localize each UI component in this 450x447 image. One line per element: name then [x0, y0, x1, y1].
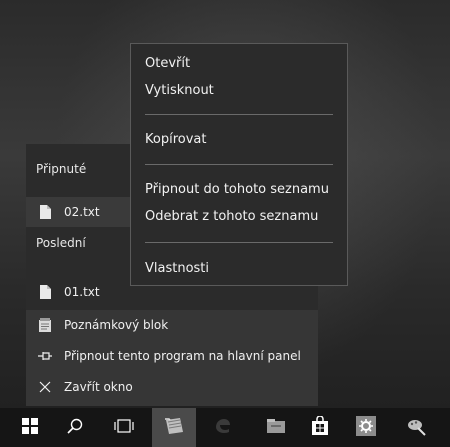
- file-explorer-icon: [266, 418, 286, 438]
- taskbar-edge-button[interactable]: [201, 408, 245, 447]
- menu-item-properties[interactable]: Vlastnosti: [131, 255, 347, 281]
- taskbar-paint-button[interactable]: [395, 408, 439, 447]
- menu-item-print[interactable]: Vytisknout: [131, 77, 347, 103]
- task-close-window[interactable]: Zavřít okno: [26, 372, 318, 402]
- notepad-icon: [163, 416, 185, 440]
- text-file-icon: [38, 204, 52, 220]
- pinned-heading: Připnuté: [36, 162, 87, 176]
- notepad-icon: [38, 317, 52, 333]
- windows-start-icon: [22, 417, 38, 438]
- recent-heading: Poslední: [36, 236, 86, 250]
- store-icon: [311, 414, 329, 440]
- text-file-icon: [38, 284, 52, 300]
- menu-separator: [145, 114, 333, 115]
- jump-list-item-label: 01.txt: [64, 285, 100, 299]
- paint-icon: [407, 416, 427, 440]
- jump-list-tasks: Poznámkový blok Připnout tento program n…: [26, 310, 318, 406]
- pin-icon: [38, 348, 52, 364]
- search-button[interactable]: [53, 408, 97, 447]
- menu-item-pin-to-list[interactable]: Připnout do tohoto seznamu: [131, 176, 347, 202]
- context-menu: Otevřít Vytisknout Kopírovat Připnout do…: [130, 43, 348, 286]
- search-icon: [67, 418, 83, 438]
- menu-separator: [145, 242, 333, 243]
- task-view-button[interactable]: [102, 408, 146, 447]
- task-pin-to-taskbar[interactable]: Připnout tento program na hlavní panel: [26, 341, 318, 371]
- menu-separator: [145, 164, 333, 165]
- taskbar-settings-button[interactable]: [344, 408, 388, 447]
- settings-icon: [356, 415, 376, 440]
- taskbar-notepad-button[interactable]: [152, 408, 196, 447]
- task-label: Poznámkový blok: [64, 318, 169, 332]
- taskbar-store-button[interactable]: [298, 408, 342, 447]
- start-button[interactable]: [8, 408, 52, 447]
- task-label: Zavřít okno: [64, 380, 133, 394]
- taskbar: [0, 408, 450, 447]
- task-label: Připnout tento program na hlavní panel: [64, 349, 301, 363]
- menu-item-remove-from-list[interactable]: Odebrat z tohoto seznamu: [131, 203, 347, 229]
- taskbar-file-explorer-button[interactable]: [254, 408, 298, 447]
- edge-icon: [214, 417, 232, 439]
- jump-list-item-label: 02.txt: [64, 205, 100, 219]
- task-view-icon: [114, 418, 134, 437]
- close-icon: [38, 379, 52, 395]
- menu-item-open[interactable]: Otevřít: [131, 50, 347, 76]
- task-open-notepad[interactable]: Poznámkový blok: [26, 310, 318, 340]
- menu-item-copy[interactable]: Kopírovat: [131, 126, 347, 152]
